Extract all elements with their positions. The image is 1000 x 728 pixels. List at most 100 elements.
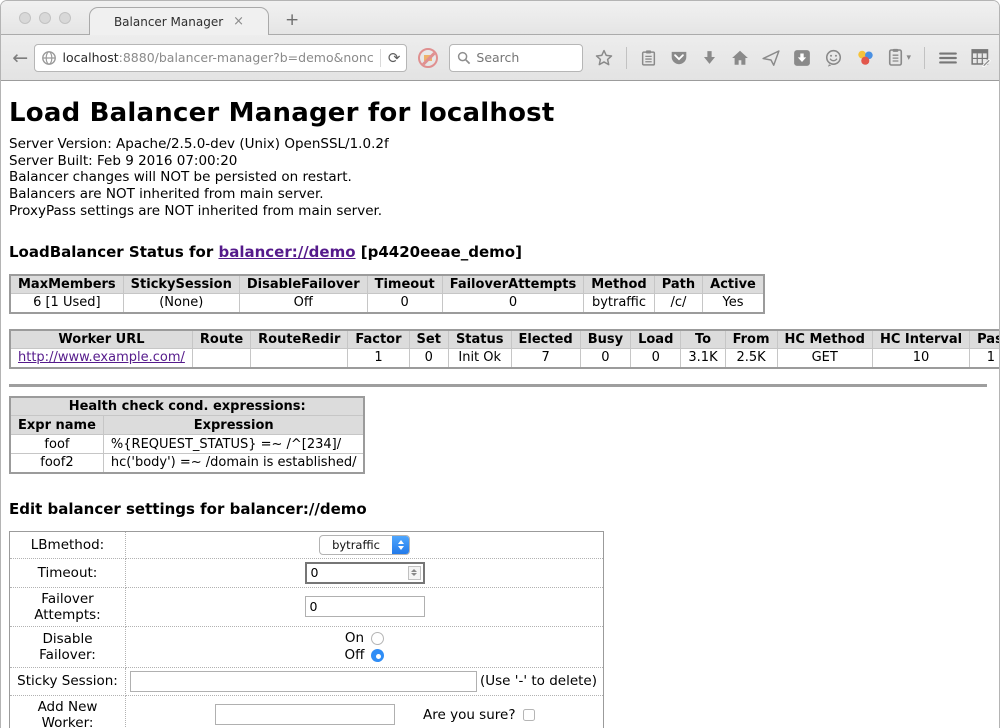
cell-hc-method: GET bbox=[777, 349, 872, 368]
menu-icon[interactable] bbox=[938, 49, 958, 67]
table-row: http://www.example.com/ 1 0 Init Ok 7 0 … bbox=[10, 349, 1000, 368]
cell-route bbox=[192, 349, 250, 368]
failover-attempts-input[interactable] bbox=[305, 596, 425, 617]
table-header-row: Health check cond. expressions: bbox=[10, 397, 364, 416]
timeout-input[interactable] bbox=[307, 565, 423, 580]
table-row: 6 [1 Used] (None) Off 0 0 bytraffic /c/ … bbox=[10, 294, 764, 313]
globe-icon bbox=[41, 50, 57, 66]
cell-maxmembers: 6 [1 Used] bbox=[10, 294, 123, 313]
column-header: Load bbox=[631, 330, 681, 349]
add-worker-label: Add New Worker: bbox=[10, 695, 126, 728]
number-spinner-icon[interactable] bbox=[408, 566, 421, 580]
sticky-session-hint: (Use '-' to delete) bbox=[480, 673, 597, 689]
cell-busy: 0 bbox=[580, 349, 630, 368]
downloads-icon[interactable] bbox=[701, 49, 718, 67]
browser-tab[interactable]: Balancer Manager × bbox=[89, 7, 269, 35]
cell-passes: 1 (0) bbox=[970, 349, 1000, 368]
reading-list-icon[interactable] bbox=[640, 49, 657, 67]
add-worker-input[interactable] bbox=[215, 704, 395, 725]
timeout-label: Timeout: bbox=[10, 558, 126, 587]
toolbar-separator bbox=[924, 47, 925, 69]
bookmark-star-icon[interactable] bbox=[595, 49, 613, 67]
proxypass-note-line: ProxyPass settings are NOT inherited fro… bbox=[9, 203, 991, 220]
reload-icon[interactable]: ⟳ bbox=[388, 49, 401, 67]
worker-url-link[interactable]: http://www.example.com/ bbox=[18, 350, 185, 365]
health-table-title: Health check cond. expressions: bbox=[10, 397, 364, 416]
toolbar-icons: ▾ bbox=[595, 47, 991, 69]
cell-worker-url: http://www.example.com/ bbox=[10, 349, 192, 368]
new-tab-button[interactable]: + bbox=[285, 10, 299, 30]
cell-hc-interval: 10 bbox=[872, 349, 969, 368]
page-content: Load Balancer Manager for localhost Serv… bbox=[1, 81, 999, 728]
failover-off-radio[interactable] bbox=[371, 649, 384, 662]
url-text[interactable]: localhost:8880/balancer-manager?b=demo&n… bbox=[63, 50, 373, 65]
cell-method: bytraffic bbox=[584, 294, 654, 313]
cell-disablefailover: Off bbox=[239, 294, 367, 313]
table-edit-icon[interactable] bbox=[971, 48, 991, 67]
pocket-icon[interactable] bbox=[670, 49, 688, 67]
search-icon bbox=[457, 51, 471, 65]
column-header: HC Method bbox=[777, 330, 872, 349]
tab-close-icon[interactable]: × bbox=[233, 15, 244, 28]
column-header: Path bbox=[654, 275, 702, 294]
are-you-sure-label: Are you sure? bbox=[423, 707, 516, 723]
send-tab-icon[interactable] bbox=[762, 49, 780, 67]
save-page-icon[interactable] bbox=[793, 49, 811, 67]
lbmethod-select[interactable]: bytraffic bbox=[319, 535, 410, 555]
feedback-smiley-icon[interactable] bbox=[824, 49, 843, 67]
column-header: FailoverAttempts bbox=[442, 275, 584, 294]
server-version-line: Server Version: Apache/2.5.0-dev (Unix) … bbox=[9, 136, 991, 153]
home-icon[interactable] bbox=[731, 49, 749, 67]
window-controls bbox=[19, 12, 71, 24]
balancer-link[interactable]: balancer://demo bbox=[218, 243, 355, 261]
inherit-note-line: Balancers are NOT inherited from main se… bbox=[9, 186, 991, 203]
column-header: Timeout bbox=[367, 275, 442, 294]
downloadhelper-icon[interactable] bbox=[856, 49, 875, 67]
sticky-session-input[interactable] bbox=[130, 671, 477, 692]
column-header: Elected bbox=[511, 330, 580, 349]
form-row-add-worker: Add New Worker: Are you sure? bbox=[10, 695, 604, 728]
column-header: Set bbox=[409, 330, 448, 349]
timeout-input-wrap bbox=[305, 562, 425, 584]
browser-window: Balancer Manager × + ← localhost:8880/ba… bbox=[0, 0, 1000, 728]
cell-to: 3.1K bbox=[681, 349, 725, 368]
url-bar[interactable]: localhost:8880/balancer-manager?b=demo&n… bbox=[34, 44, 408, 72]
cell-expression: %{REQUEST_STATUS} =~ /^[234]/ bbox=[103, 435, 364, 454]
column-header: Method bbox=[584, 275, 654, 294]
zoom-window-button[interactable] bbox=[59, 12, 71, 24]
cell-load: 0 bbox=[631, 349, 681, 368]
url-separator bbox=[380, 49, 381, 67]
column-header: Active bbox=[703, 275, 764, 294]
disable-failover-label: Disable Failover: bbox=[10, 626, 126, 667]
content-blocked-icon[interactable] bbox=[418, 48, 438, 68]
minimize-window-button[interactable] bbox=[39, 12, 51, 24]
column-header: DisableFailover bbox=[239, 275, 367, 294]
extension-button[interactable]: ▾ bbox=[888, 48, 911, 67]
table-header-row: Worker URL Route RouteRedir Factor Set S… bbox=[10, 330, 1000, 349]
search-bar[interactable] bbox=[449, 44, 583, 72]
navigation-toolbar: ← localhost:8880/balancer-manager?b=demo… bbox=[1, 35, 999, 81]
column-header: Passes bbox=[970, 330, 1000, 349]
column-header: Worker URL bbox=[10, 330, 192, 349]
failover-on-radio[interactable] bbox=[371, 632, 384, 645]
table-row: foof %{REQUEST_STATUS} =~ /^[234]/ bbox=[10, 435, 364, 454]
column-header: Expression bbox=[103, 416, 364, 435]
status-heading-prefix: LoadBalancer Status for bbox=[9, 243, 218, 261]
balancer-status-table: MaxMembers StickySession DisableFailover… bbox=[9, 274, 765, 314]
column-header: From bbox=[725, 330, 777, 349]
form-row-timeout: Timeout: bbox=[10, 558, 604, 587]
radio-off-label: Off bbox=[345, 647, 365, 664]
cell-expression: hc('body') =~ /domain is established/ bbox=[103, 454, 364, 473]
failover-attempts-label: Failover Attempts: bbox=[10, 587, 126, 626]
back-button[interactable]: ← bbox=[9, 47, 32, 69]
select-stepper-icon bbox=[392, 535, 409, 555]
search-input[interactable] bbox=[476, 50, 575, 65]
cell-elected: 7 bbox=[511, 349, 580, 368]
cell-set: 0 bbox=[409, 349, 448, 368]
column-header: MaxMembers bbox=[10, 275, 123, 294]
server-built-line: Server Built: Feb 9 2016 07:00:20 bbox=[9, 153, 991, 170]
are-you-sure-checkbox[interactable] bbox=[523, 709, 535, 721]
close-window-button[interactable] bbox=[19, 12, 31, 24]
table-row: foof2 hc('body') =~ /domain is establish… bbox=[10, 454, 364, 473]
column-header: Route bbox=[192, 330, 250, 349]
